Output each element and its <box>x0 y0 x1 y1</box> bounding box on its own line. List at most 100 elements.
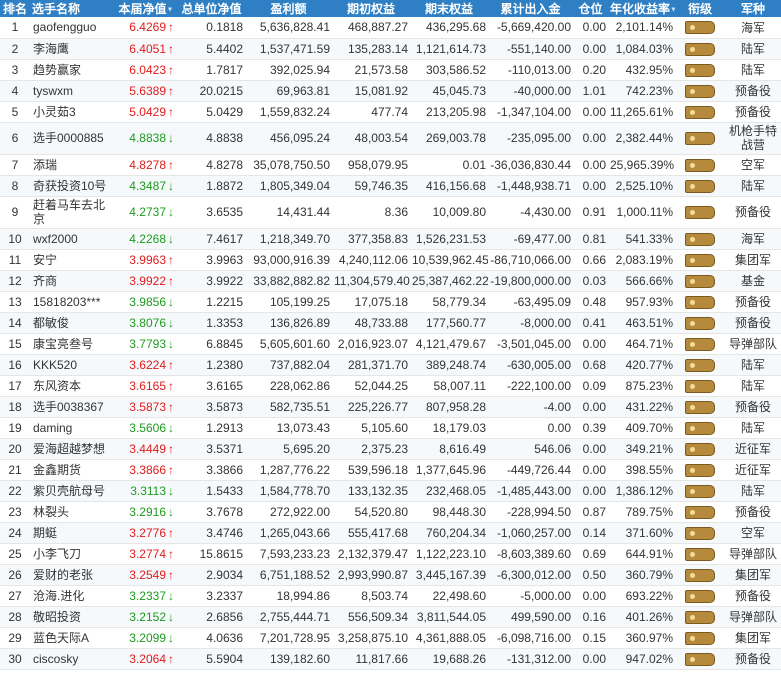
player-name-link[interactable]: gaofengguo <box>30 17 114 38</box>
rank-cell: 15 <box>8 336 22 351</box>
table-row[interactable]: 2 李海鹰 6.4051 ↑ 5.4402 1,537,471.59 135,283.14 1… <box>0 38 781 59</box>
table-row[interactable]: 18 选手0038367 3.5873 ↑ 3.5873 582,735.51 225,22… <box>0 396 781 417</box>
player-name-link[interactable]: 蓝色天际A <box>30 627 114 648</box>
player-name-link[interactable]: daming <box>30 417 114 438</box>
player-name-link[interactable]: 小灵茹3 <box>30 101 114 122</box>
annual-return-cell: 431.22% <box>625 399 673 414</box>
table-row[interactable]: 4 tyswxm 5.6389 ↑ 20.0215 69,963.81 15,081.92 4… <box>0 80 781 101</box>
table-row[interactable]: 25 小李飞刀 3.2774 ↑ 15.8615 7,593,233.23 2,132,37… <box>0 543 781 564</box>
table-row[interactable]: 22 紫贝壳航母号 3.3113 ↓ 1.5433 1,584,778.70 133,132… <box>0 480 781 501</box>
player-name-link[interactable]: KKK520 <box>30 354 114 375</box>
sort-down-icon[interactable]: ▼ <box>167 6 174 13</box>
header-unit-nav[interactable]: 总单位净值 <box>178 0 245 17</box>
header-nav[interactable]: 本届净值▼ <box>114 0 178 17</box>
player-name-link[interactable]: 敬昭投资 <box>30 606 114 627</box>
player-name-link[interactable]: 选手0000885 <box>30 122 114 154</box>
army-cell: 集团军 <box>734 253 771 267</box>
rank-badge-icon <box>685 358 715 372</box>
start-equity-cell: 225,226.77 <box>347 399 408 414</box>
rank-badge-cell <box>675 154 725 175</box>
arrow-down-icon: ↓ <box>168 588 174 603</box>
player-name-link[interactable]: 小李飞刀 <box>30 543 114 564</box>
table-row[interactable]: 21 金鑫期货 3.3866 ↑ 3.3866 1,287,776.22 539,596.1… <box>0 459 781 480</box>
table-row[interactable]: 26 爱财的老张 3.2549 ↑ 2.9034 6,751,188.52 2,993,99… <box>0 564 781 585</box>
table-row[interactable]: 1 gaofengguo 6.4269 ↑ 0.1818 5,636,828.41 468,… <box>0 17 781 38</box>
nav-cell: 3.3866 ↑ <box>114 459 178 480</box>
player-name-link[interactable]: 齐商 <box>30 270 114 291</box>
player-name-link[interactable]: 安宁 <box>30 249 114 270</box>
table-row[interactable]: 15 康宝亮叁号 3.7793 ↓ 6.8845 5,605,601.60 2,016,92… <box>0 333 781 354</box>
player-name-link[interactable]: 添瑞 <box>30 154 114 175</box>
table-row[interactable]: 12 齐商 3.9922 ↑ 3.9922 33,882,882.82 11,304,579… <box>0 270 781 291</box>
player-name-link[interactable]: 林裂头 <box>30 501 114 522</box>
table-row[interactable]: 7 添瑞 4.8278 ↑ 4.8278 35,078,750.50 958,079.95 0… <box>0 154 781 175</box>
table-row[interactable]: 13 15818203*** 3.9856 ↓ 1.2215 105,199.25 17,0… <box>0 291 781 312</box>
nav-value: 4.8838 <box>129 131 166 145</box>
player-name-link[interactable]: ciscosky <box>30 648 114 669</box>
rank-badge-icon <box>685 158 715 172</box>
table-row[interactable]: 8 奇获投资10号 4.3487 ↓ 1.8872 1,805,349.04 59,746.… <box>0 175 781 196</box>
profit-cell: 1,537,471.59 <box>259 41 330 56</box>
table-row[interactable]: 3 趋势赢家 6.0423 ↑ 1.7817 392,025.94 21,573.58 303… <box>0 59 781 80</box>
player-name-link[interactable]: 期蜓 <box>30 522 114 543</box>
player-name-link[interactable]: 爱财的老张 <box>30 564 114 585</box>
table-row[interactable]: 24 期蜓 3.2776 ↑ 3.4746 1,265,043.66 555,417.68 7… <box>0 522 781 543</box>
rank-badge-cell <box>675 417 725 438</box>
sort-down-icon[interactable]: ▼ <box>670 6 675 13</box>
table-row[interactable]: 20 爱海超越梦想 3.4449 ↑ 3.5371 5,695.20 2,375.23 8,6… <box>0 438 781 459</box>
player-name-link[interactable]: tyswxm <box>30 80 114 101</box>
table-row[interactable]: 23 林裂头 3.2916 ↓ 3.7678 272,922.00 54,520.80 98,… <box>0 501 781 522</box>
player-name-link[interactable]: 奇获投资10号 <box>30 175 114 196</box>
player-name-link[interactable]: 紫贝壳航母号 <box>30 480 114 501</box>
net-flow-cell: -86,710,066.00 <box>490 252 571 267</box>
header-army[interactable]: 军种 <box>725 0 781 17</box>
player-name-link[interactable]: 选手0038367 <box>30 396 114 417</box>
header-position[interactable]: 仓位 <box>573 0 608 17</box>
nav-cell: 6.4269 ↑ <box>114 17 178 38</box>
player-name-link[interactable]: wxf2000 <box>30 228 114 249</box>
nav-value: 5.0429 <box>129 104 166 119</box>
player-name-link[interactable]: 李海鹰 <box>30 38 114 59</box>
header-rank-title[interactable]: 衔级 <box>675 0 725 17</box>
player-name-link[interactable]: 赶着马车去北京 <box>30 196 114 228</box>
header-net-flow[interactable]: 累计出入金 <box>488 0 573 17</box>
header-profit[interactable]: 盈利额 <box>245 0 332 17</box>
table-row[interactable]: 6 选手0000885 4.8838 ↓ 4.8838 456,095.24 48,003.… <box>0 122 781 154</box>
player-name-link[interactable]: 东风资本 <box>30 375 114 396</box>
table-row[interactable]: 16 KKK520 3.6224 ↑ 1.2380 737,882.04 281,371.7… <box>0 354 781 375</box>
player-name-link[interactable]: 爱海超越梦想 <box>30 438 114 459</box>
player-name-link[interactable]: 都敏俊 <box>30 312 114 333</box>
player-name-link[interactable]: 趋势赢家 <box>30 59 114 80</box>
header-start-equity[interactable]: 期初权益 <box>332 0 410 17</box>
start-equity-cell: 135,283.14 <box>347 41 408 56</box>
rank-badge-icon <box>685 631 715 645</box>
rank-badge-icon <box>685 253 715 267</box>
rank-cell: 5 <box>11 104 19 119</box>
table-row[interactable]: 5 小灵茹3 5.0429 ↑ 5.0429 1,559,832.24 477.74 213,… <box>0 101 781 122</box>
table-row[interactable]: 28 敬昭投资 3.2152 ↓ 2.6856 2,755,444.71 556,509.3… <box>0 606 781 627</box>
header-end-equity[interactable]: 期末权益 <box>410 0 488 17</box>
rank-badge-icon <box>685 421 715 435</box>
position-cell: 0.48 <box>582 294 606 309</box>
header-name[interactable]: 选手名称 <box>30 0 114 17</box>
annual-return-cell: 693.22% <box>625 588 673 603</box>
player-name-link[interactable]: 15818203*** <box>30 291 114 312</box>
end-equity-cell: 416,156.68 <box>425 178 486 193</box>
player-name-link[interactable]: 康宝亮叁号 <box>30 333 114 354</box>
header-rank[interactable]: 排名 <box>0 0 30 17</box>
table-row[interactable]: 27 沧海.进化 3.2337 ↓ 3.2337 18,994.86 8,503.74 22,… <box>0 585 781 606</box>
player-name-link[interactable]: 沧海.进化 <box>30 585 114 606</box>
table-row[interactable]: 14 都敏俊 3.8076 ↓ 1.3353 136,826.89 48,733.88 177… <box>0 312 781 333</box>
table-row[interactable]: 17 东风资本 3.6165 ↑ 3.6165 228,062.86 52,044.25 58… <box>0 375 781 396</box>
header-annual[interactable]: 年化收益率▼ <box>608 0 675 17</box>
table-row[interactable]: 29 蓝色天际A 3.2099 ↓ 4.0636 7,201,728.95 3,258,87… <box>0 627 781 648</box>
table-row[interactable]: 30 ciscosky 3.2064 ↑ 5.5904 139,182.60 11,817.… <box>0 648 781 669</box>
table-row[interactable]: 11 安宁 3.9963 ↑ 3.9963 93,000,916.39 4,240,112.… <box>0 249 781 270</box>
player-name-link[interactable]: 金鑫期货 <box>30 459 114 480</box>
table-row[interactable]: 19 daming 3.5606 ↓ 1.2913 13,073.43 5,105.60 18… <box>0 417 781 438</box>
annual-return-cell: 947.02% <box>625 651 673 666</box>
profit-cell: 1,584,778.70 <box>259 483 330 498</box>
table-row[interactable]: 10 wxf2000 4.2268 ↓ 7.4617 1,218,349.70 377,35… <box>0 228 781 249</box>
net-flow-cell: -8,603,389.60 <box>496 546 571 561</box>
table-row[interactable]: 9 赶着马车去北京 4.2737 ↓ 3.6535 14,431.44 8.36 10,009… <box>0 196 781 228</box>
